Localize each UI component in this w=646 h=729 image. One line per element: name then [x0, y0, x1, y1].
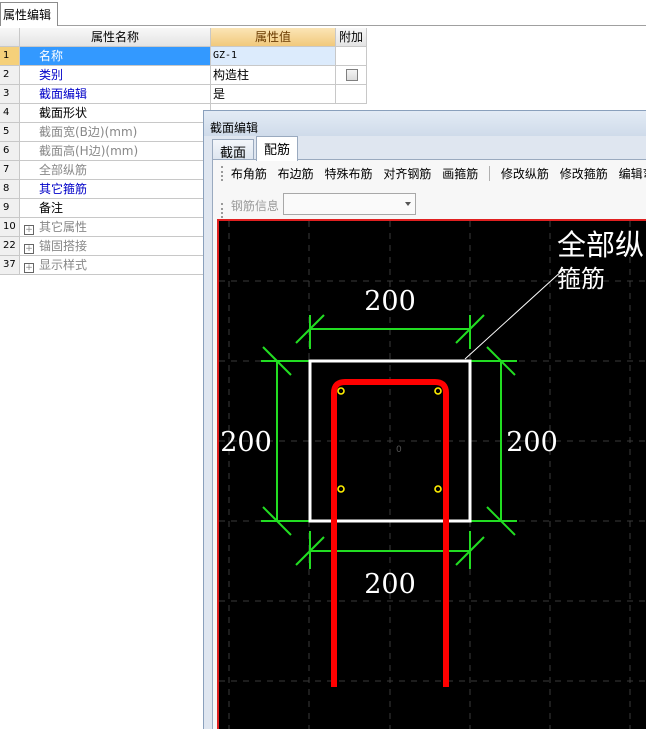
row-number: 2 [0, 66, 20, 85]
row-number: 3 [0, 85, 20, 104]
callout-label-2: 箍筋 [557, 265, 605, 293]
expand-icon[interactable]: + [24, 263, 34, 273]
property-value[interactable]: 是 [211, 85, 336, 104]
chevron-down-icon[interactable] [404, 202, 411, 206]
property-value-input[interactable]: GZ-1 [211, 47, 336, 66]
edit-longitudinal-bars-button[interactable]: 修改纵筋 [501, 165, 549, 182]
edit-stirrups-button[interactable]: 修改箍筋 [560, 165, 608, 182]
property-name[interactable]: 全部纵筋 [20, 161, 211, 180]
edit-hooks-button[interactable]: 编辑弯钩 [619, 165, 646, 182]
rebar-info-label: 钢筋信息 [230, 199, 279, 213]
toolbar-grip[interactable] [221, 203, 223, 218]
header-row-number [0, 28, 20, 47]
property-name[interactable]: 截面宽(B边)(mm) [20, 123, 211, 142]
dialog-title[interactable]: 截面编辑 [204, 111, 646, 136]
tab-rebar[interactable]: 配筋 [256, 136, 299, 161]
rebar-toolbar: 布角筋 布边筋 特殊布筋 对齐钢筋 画箍筋 修改纵筋 修改箍筋 编辑弯钩 [213, 160, 646, 188]
row-number: 4 [0, 104, 20, 123]
property-name[interactable]: 类别 [20, 66, 211, 85]
section-drawing[interactable]: 全部纵 箍筋 200 200 200 200 0 [219, 221, 646, 729]
row-number: 5 [0, 123, 20, 142]
callout-label-1: 全部纵 [557, 228, 644, 262]
expand-icon[interactable]: + [24, 225, 34, 235]
property-group[interactable]: + 显示样式 [20, 256, 211, 275]
extra-checkbox[interactable] [346, 69, 358, 81]
property-group[interactable]: + 锚固搭接 [20, 237, 211, 256]
rebar-info-bar: 钢筋信息 [213, 190, 416, 218]
property-group[interactable]: + 其它属性 [20, 218, 211, 237]
row-number: 22 [0, 237, 20, 256]
canvas-background [219, 221, 646, 729]
property-grid-header: 属性名称 属性值 附加 [0, 28, 367, 47]
expand-icon[interactable]: + [24, 244, 34, 254]
rebar-info-dropdown[interactable] [282, 193, 416, 215]
tab-section[interactable]: 截面 [212, 139, 255, 161]
toolbar-grip[interactable] [221, 166, 223, 181]
dim-left-label: 200 [220, 427, 272, 458]
property-value[interactable]: 构造柱 [211, 66, 336, 85]
row-number: 37 [0, 256, 20, 275]
property-name[interactable]: 其它箍筋 [20, 180, 211, 199]
extra-cell [336, 85, 367, 104]
property-name[interactable]: 截面形状 [20, 104, 211, 123]
draw-stirrup-button[interactable]: 画箍筋 [442, 165, 478, 182]
center-mark: 0 [396, 445, 402, 455]
place-corner-bars-button[interactable]: 布角筋 [231, 165, 267, 182]
section-editor-dialog: 截面编辑 截面 配筋 布角筋 布边筋 特殊布筋 对齐钢筋 画箍筋 修改纵筋 修改… [203, 110, 646, 729]
property-name: 锚固搭接 [39, 239, 88, 253]
dim-right-label: 200 [506, 427, 558, 458]
header-property-name[interactable]: 属性名称 [20, 28, 211, 47]
row-number: 7 [0, 161, 20, 180]
property-name[interactable]: 截面高(H边)(mm) [20, 142, 211, 161]
top-tab-bar: 属性编辑 [0, 0, 646, 26]
property-name: 其它属性 [39, 220, 88, 234]
dim-top-label: 200 [364, 286, 416, 317]
align-bars-button[interactable]: 对齐钢筋 [383, 165, 431, 182]
property-name[interactable]: 备注 [20, 199, 211, 218]
row-number: 9 [0, 199, 20, 218]
row-number: 1 [0, 47, 20, 66]
row-number: 10 [0, 218, 20, 237]
tab-property-editor[interactable]: 属性编辑 [0, 2, 58, 26]
dialog-body: 布角筋 布边筋 特殊布筋 对齐钢筋 画箍筋 修改纵筋 修改箍筋 编辑弯钩 钢筋信… [212, 159, 646, 729]
property-name[interactable]: 名称 [20, 47, 211, 66]
header-property-value[interactable]: 属性值 [211, 28, 336, 47]
property-name: 显示样式 [39, 258, 88, 272]
row-number: 6 [0, 142, 20, 161]
header-extra[interactable]: 附加 [336, 28, 367, 47]
toolbar-separator [489, 166, 491, 181]
extra-cell [336, 66, 367, 85]
property-name[interactable]: 截面编辑 [20, 85, 211, 104]
extra-cell [336, 47, 367, 66]
table-row[interactable]: 3 截面编辑 是 [0, 85, 367, 104]
row-number: 8 [0, 180, 20, 199]
table-row[interactable]: 2 类别 构造柱 [0, 66, 367, 85]
table-row[interactable]: 1 名称 GZ-1 [0, 47, 367, 66]
section-drawing-canvas[interactable]: 全部纵 箍筋 200 200 200 200 0 [217, 219, 646, 729]
dim-bottom-label: 200 [364, 569, 416, 600]
place-side-bars-button[interactable]: 布边筋 [278, 165, 314, 182]
dialog-tabs: 截面 配筋 [212, 136, 646, 161]
special-bars-button[interactable]: 特殊布筋 [325, 165, 373, 182]
